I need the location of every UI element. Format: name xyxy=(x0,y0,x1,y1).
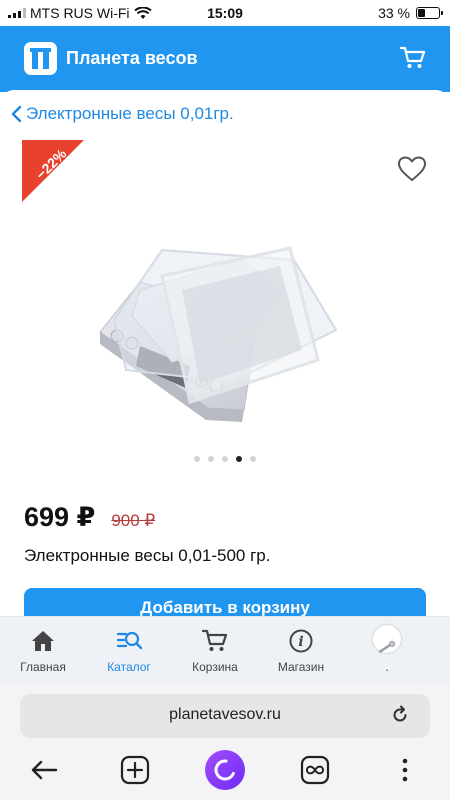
heart-icon[interactable] xyxy=(398,156,426,182)
back-link[interactable]: Электронные весы 0,01гр. xyxy=(10,104,234,124)
catalog-search-icon xyxy=(116,631,142,650)
product-name: Электронные весы 0,01-500 гр. xyxy=(24,546,271,565)
old-price: 900 ₽ xyxy=(111,511,156,530)
current-price: 699 ₽ xyxy=(24,502,96,532)
nav-item-profile[interactable]: . xyxy=(344,617,430,685)
nav-item-cart[interactable]: Корзина xyxy=(172,617,258,685)
address-bar[interactable]: planetavesov.ru xyxy=(20,694,430,738)
status-right: 33 % xyxy=(378,5,443,21)
nav-item-home[interactable]: Главная xyxy=(0,617,86,685)
alice-icon xyxy=(214,759,236,781)
home-icon xyxy=(32,631,54,651)
chevron-left-icon xyxy=(11,105,22,123)
app-title[interactable]: Планета весов xyxy=(66,48,198,69)
battery-percent: 33 % xyxy=(378,5,410,21)
voice-assistant-button[interactable] xyxy=(205,750,245,790)
nav-item-catalog-label: Каталог xyxy=(107,660,151,674)
nav-item-cart-label: Корзина xyxy=(192,660,238,674)
discount-badge: −22% xyxy=(22,140,84,202)
price-row: 699 ₽ 900 ₽ xyxy=(24,502,155,533)
gallery-dot[interactable] xyxy=(222,456,228,462)
nav-item-profile-label: . xyxy=(385,660,389,674)
screw-icon xyxy=(378,640,396,653)
back-link-label: Электронные весы 0,01гр. xyxy=(26,104,234,123)
new-tab-icon[interactable] xyxy=(119,754,151,786)
nav-item-catalog[interactable]: Каталог xyxy=(86,617,172,685)
browser-toolbar: planetavesov.ru xyxy=(0,684,450,800)
nav-item-shop[interactable]: i Магазин xyxy=(258,617,344,685)
header-cart-icon[interactable] xyxy=(400,46,426,70)
app-logo[interactable] xyxy=(24,42,57,75)
url-text[interactable]: planetavesov.ru xyxy=(20,706,430,724)
gallery-dot[interactable] xyxy=(250,456,256,462)
tabs-icon[interactable] xyxy=(299,754,331,786)
status-bar: MTS RUS Wi-Fi 15:09 33 % xyxy=(0,0,450,26)
cart-icon xyxy=(202,629,228,651)
info-icon: i xyxy=(289,629,313,653)
more-menu-icon[interactable] xyxy=(389,754,421,786)
battery-icon xyxy=(416,7,443,19)
bottom-nav: Главная Каталог Корзина i Магазин . xyxy=(0,616,450,684)
gallery-dot[interactable] xyxy=(194,456,200,462)
app-header: Планета весов xyxy=(0,26,450,92)
nav-item-shop-label: Магазин xyxy=(277,660,325,674)
gallery-dot[interactable] xyxy=(208,456,214,462)
nav-item-home-label: Главная xyxy=(20,660,66,674)
gallery-pagination[interactable] xyxy=(0,456,450,462)
avatar xyxy=(373,625,401,653)
gallery-dot[interactable] xyxy=(236,456,242,462)
svg-text:i: i xyxy=(298,634,303,650)
product-card: Электронные весы 0,01гр. −22% 699 ₽ 900 … xyxy=(0,90,450,628)
reload-icon[interactable] xyxy=(390,705,410,725)
back-arrow-icon[interactable] xyxy=(28,754,60,786)
